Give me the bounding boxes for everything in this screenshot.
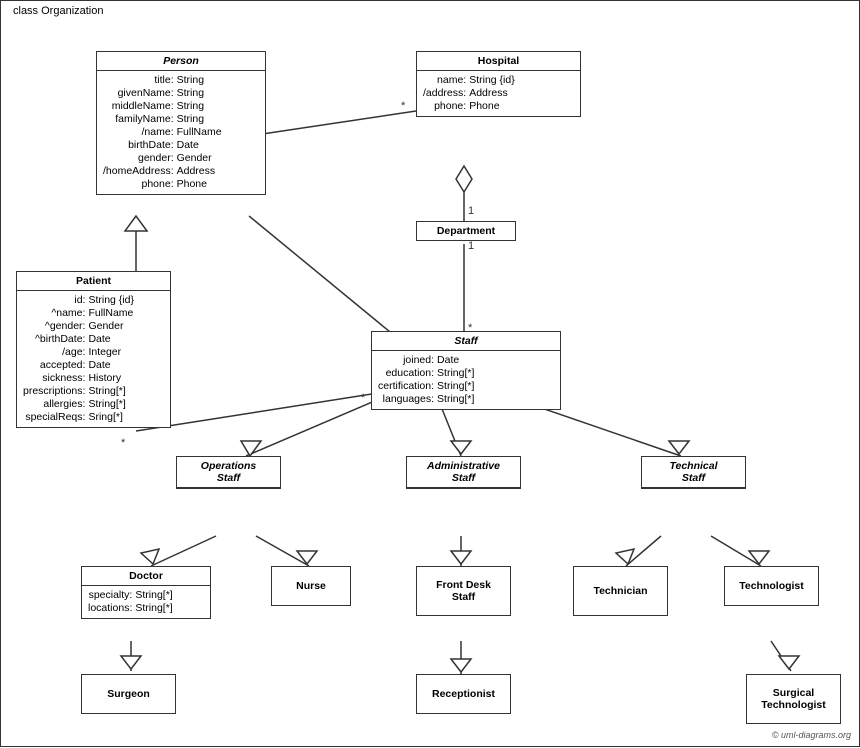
person-class: Person title:String givenName:String mid… xyxy=(96,51,266,195)
hospital-class: Hospital name:String {id} /address:Addre… xyxy=(416,51,581,117)
staff-header: Staff xyxy=(372,332,560,351)
department-class: Department xyxy=(416,221,516,241)
diagram-title: class Organization xyxy=(9,5,108,17)
front-desk-staff-class: Front DeskStaff xyxy=(416,566,511,616)
technologist-class: Technologist xyxy=(724,566,819,606)
diagram-container: class Organization xyxy=(0,0,860,747)
svg-text:*: * xyxy=(401,100,406,112)
staff-body: joined:Date education:String[*] certific… xyxy=(372,351,560,409)
hospital-body: name:String {id} /address:Address phone:… xyxy=(417,71,580,116)
patient-body: id:String {id} ^name:FullName ^gender:Ge… xyxy=(17,291,170,427)
copyright: © uml-diagrams.org xyxy=(772,730,851,740)
hospital-header: Hospital xyxy=(417,52,580,71)
svg-text:*: * xyxy=(361,392,366,404)
doctor-body: specialty:String[*] locations:String[*] xyxy=(82,586,210,618)
operations-staff-header: OperationsStaff xyxy=(177,457,280,488)
department-header: Department xyxy=(417,222,515,240)
nurse-class: Nurse xyxy=(271,566,351,606)
surgical-technologist-class: SurgicalTechnologist xyxy=(746,674,841,724)
technical-staff-header: TechnicalStaff xyxy=(642,457,745,488)
patient-header: Patient xyxy=(17,272,170,291)
doctor-header: Doctor xyxy=(82,567,210,586)
receptionist-class: Receptionist xyxy=(416,674,511,714)
person-header: Person xyxy=(97,52,265,71)
svg-text:1: 1 xyxy=(468,205,474,217)
surgeon-class: Surgeon xyxy=(81,674,176,714)
technician-class: Technician xyxy=(573,566,668,616)
svg-text:1: 1 xyxy=(468,240,474,252)
svg-text:*: * xyxy=(121,437,126,449)
patient-class: Patient id:String {id} ^name:FullName ^g… xyxy=(16,271,171,428)
staff-class: Staff joined:Date education:String[*] ce… xyxy=(371,331,561,410)
person-body: title:String givenName:String middleName… xyxy=(97,71,265,194)
technical-staff-class: TechnicalStaff xyxy=(641,456,746,489)
administrative-staff-class: AdministrativeStaff xyxy=(406,456,521,489)
administrative-staff-header: AdministrativeStaff xyxy=(407,457,520,488)
doctor-class: Doctor specialty:String[*] locations:Str… xyxy=(81,566,211,619)
operations-staff-class: OperationsStaff xyxy=(176,456,281,489)
